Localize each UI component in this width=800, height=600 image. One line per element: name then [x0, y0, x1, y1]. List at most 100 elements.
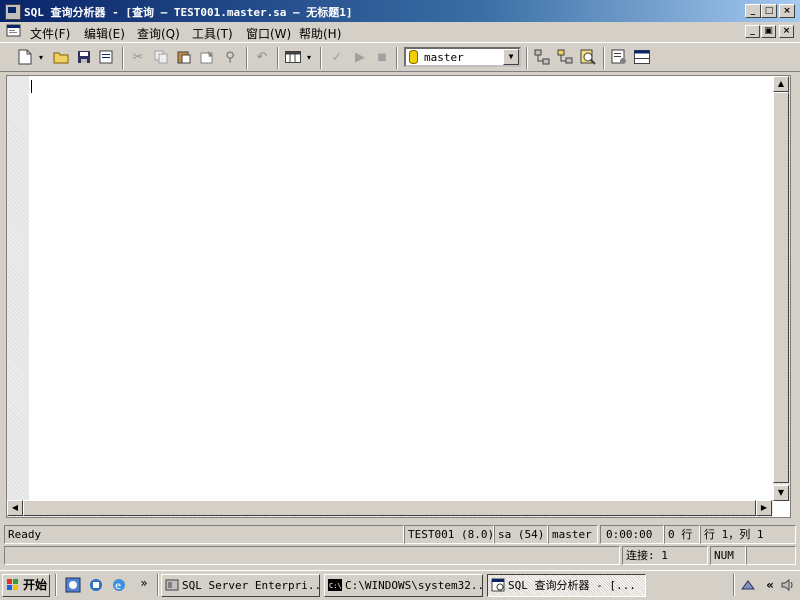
text-caret — [31, 80, 32, 93]
database-icon — [409, 50, 418, 64]
menu-file[interactable]: 文件(F) — [30, 25, 70, 42]
quicklaunch-network-icon[interactable] — [87, 576, 105, 594]
task-label: C:\WINDOWS\system32... — [345, 579, 483, 592]
tray-volume-icon[interactable] — [779, 576, 797, 594]
cut-icon[interactable]: ✂ — [129, 48, 147, 66]
status-cursor-position: 行 1，列 1 — [700, 525, 796, 544]
database-select[interactable]: master ▼ — [404, 47, 521, 67]
task-sql-enterprise[interactable]: SQL Server Enterpri... — [161, 574, 320, 597]
results-pane-icon[interactable] — [633, 48, 651, 66]
toolbar-separator — [122, 47, 124, 69]
status-database: master — [548, 525, 598, 544]
menu-help[interactable]: 帮助(H) — [299, 25, 341, 42]
status-empty-pane — [4, 546, 620, 565]
toolbar-separator — [603, 47, 605, 69]
menu-query[interactable]: 查询(Q) — [137, 25, 180, 42]
copy-icon[interactable] — [152, 48, 170, 66]
clear-window-icon[interactable] — [198, 48, 216, 66]
task-cmd-window[interactable]: C:\ C:\WINDOWS\system32... — [324, 574, 483, 597]
window-title: SQL 查询分析器 - [查询 — TEST001.master.sa — 无标… — [24, 6, 353, 19]
mdi-minimize-button[interactable]: _ — [745, 25, 760, 38]
title-bar: SQL 查询分析器 - [查询 — TEST001.master.sa — 无标… — [0, 0, 800, 22]
execute-icon[interactable]: ▶ — [351, 48, 369, 66]
toolbar-separator — [396, 47, 398, 69]
scroll-left-button[interactable]: ◀ — [7, 500, 23, 516]
save-icon[interactable] — [75, 48, 93, 66]
object-search-icon[interactable] — [579, 48, 597, 66]
status-bar-secondary: 连接: 1 NUM — [4, 546, 796, 566]
windows-logo-icon — [7, 578, 18, 590]
toolbar-separator — [320, 47, 322, 69]
minimize-button[interactable]: _ — [745, 4, 761, 18]
svg-text:e: e — [115, 581, 121, 592]
task-query-analyzer[interactable]: SQL 查询分析器 - [... — [487, 574, 646, 597]
status-empty-pane-2 — [746, 546, 796, 565]
quicklaunch-ie-settings-icon[interactable] — [64, 576, 82, 594]
status-rows: 0 行 — [664, 525, 700, 544]
task-label: SQL 查询分析器 - [... — [508, 579, 636, 592]
tray-overflow-button[interactable]: « — [761, 576, 779, 594]
taskbar: 开始 e » SQL Server Enterpri... C:\ C:\WIND… — [0, 570, 800, 600]
status-server: TEST001 (8.0) — [404, 525, 494, 544]
status-elapsed-time: 0:00:00 — [600, 525, 664, 544]
sql-server-icon — [165, 579, 179, 591]
editor-gutter — [7, 76, 29, 501]
tray-tool-icon[interactable] — [739, 576, 757, 594]
query-analyzer-icon — [491, 578, 505, 592]
toolbar-separator — [277, 47, 279, 69]
taskbar-separator — [733, 574, 735, 596]
load-script-icon[interactable] — [97, 48, 115, 66]
svg-text:C:\: C:\ — [329, 582, 342, 590]
mdi-doc-icon[interactable] — [6, 24, 22, 38]
find-binoculars-icon[interactable]: ⚲ — [221, 48, 239, 66]
toolbar: ▾ ✂ ⚲ ↶ ▾ ✓ ▶ ■ master ▼ — [0, 42, 800, 72]
mdi-restore-button[interactable]: ▣ — [761, 25, 776, 38]
menu-tools[interactable]: 工具(T) — [192, 25, 233, 42]
toolbar-separator — [526, 47, 528, 69]
app-icon[interactable] — [5, 4, 21, 20]
object-browser-icon[interactable] — [556, 48, 574, 66]
results-dropdown-icon[interactable]: ▾ — [304, 48, 314, 66]
status-num-lock: NUM — [710, 546, 746, 565]
quicklaunch-overflow[interactable]: » — [135, 574, 153, 592]
toolbar-separator — [246, 47, 248, 69]
start-label: 开始 — [23, 578, 48, 592]
parse-check-icon[interactable]: ✓ — [328, 48, 346, 66]
scroll-right-button[interactable]: ▶ — [756, 500, 772, 516]
horizontal-scrollbar[interactable]: ◀ ▶ — [7, 500, 773, 517]
taskbar-separator — [157, 574, 159, 596]
display-plan-icon[interactable] — [533, 48, 551, 66]
maximize-button[interactable]: □ — [761, 4, 777, 18]
menu-edit[interactable]: 编辑(E) — [84, 25, 125, 42]
mdi-close-button[interactable]: × — [779, 25, 794, 38]
vertical-scrollbar[interactable]: ▲ ▼ — [773, 76, 790, 501]
horizontal-scroll-thumb[interactable] — [23, 500, 756, 516]
menu-window[interactable]: 窗口(W) — [246, 25, 291, 42]
status-user: sa (54) — [494, 525, 548, 544]
start-button[interactable]: 开始 — [2, 574, 50, 597]
open-folder-icon[interactable] — [52, 48, 70, 66]
taskbar-separator — [55, 574, 57, 596]
query-editor[interactable] — [29, 76, 775, 501]
vertical-scroll-thumb[interactable] — [773, 92, 789, 483]
query-editor-frame: ▲ ▼ ◀ ▶ — [6, 75, 791, 518]
status-ready: Ready — [4, 525, 404, 544]
results-grid-icon[interactable] — [284, 48, 302, 66]
undo-icon[interactable]: ↶ — [253, 48, 271, 66]
stop-icon[interactable]: ■ — [373, 48, 391, 66]
console-icon: C:\ — [328, 579, 342, 591]
new-dropdown-icon[interactable]: ▾ — [36, 48, 46, 66]
quicklaunch-ie-icon[interactable]: e — [110, 576, 128, 594]
close-button[interactable]: × — [779, 4, 795, 18]
scroll-up-button[interactable]: ▲ — [773, 76, 789, 92]
status-connections: 连接: 1 — [622, 546, 708, 565]
paste-icon[interactable] — [175, 48, 193, 66]
scroll-down-button[interactable]: ▼ — [773, 485, 789, 501]
status-bar: Ready TEST001 (8.0) sa (54) master 0:00:… — [4, 525, 796, 545]
menu-bar: 文件(F) 编辑(E) 查询(Q) 工具(T) 窗口(W) 帮助(H) — [0, 22, 800, 42]
task-label: SQL Server Enterpri... — [182, 579, 320, 592]
database-select-value: master — [424, 51, 464, 64]
chevron-down-icon[interactable]: ▼ — [503, 49, 519, 65]
new-query-icon[interactable] — [16, 48, 34, 66]
properties-icon[interactable] — [610, 48, 628, 66]
